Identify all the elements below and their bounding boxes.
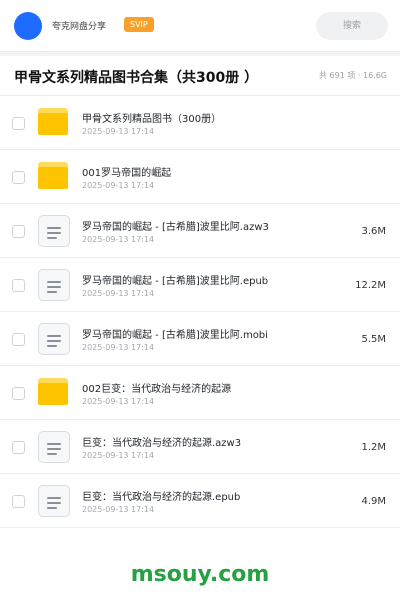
- folder-icon: [38, 377, 70, 409]
- select-checkbox[interactable]: [12, 117, 25, 130]
- item-size: 12.2M: [355, 280, 386, 291]
- list-item[interactable]: 002巨变：当代政治与经济的起源 2025-09-13 17:14: [0, 366, 400, 420]
- list-item[interactable]: 罗马帝国的崛起 - [古希腊]波里比阿.azw3 2025-09-13 17:14…: [0, 204, 400, 258]
- item-name[interactable]: 巨变：当代政治与经济的起源.epub: [82, 488, 240, 503]
- document-icon: [38, 485, 70, 517]
- svip-badge: SVIP: [124, 17, 154, 32]
- item-count-summary: 共 691 项 · 16.6G: [319, 71, 387, 80]
- list-item[interactable]: 甲骨文系列精品图书（300册） 2025-09-13 17:14: [0, 96, 400, 150]
- item-name[interactable]: 001罗马帝国的崛起: [82, 164, 171, 179]
- select-checkbox[interactable]: [12, 387, 25, 400]
- item-name[interactable]: 巨变：当代政治与经济的起源.azw3: [82, 434, 241, 449]
- item-name[interactable]: 罗马帝国的崛起 - [古希腊]波里比阿.epub: [82, 272, 268, 287]
- select-checkbox[interactable]: [12, 495, 25, 508]
- item-size: 5.5M: [361, 334, 386, 345]
- folder-icon: [38, 107, 70, 139]
- select-checkbox[interactable]: [12, 333, 25, 346]
- select-checkbox[interactable]: [12, 279, 25, 292]
- list-item[interactable]: 001罗马帝国的崛起 2025-09-13 17:14: [0, 150, 400, 204]
- item-date: 2025-09-13 17:14: [82, 235, 155, 244]
- item-name[interactable]: 甲骨文系列精品图书（300册）: [82, 110, 221, 125]
- watermark-text: msouy.com: [130, 562, 270, 587]
- select-checkbox[interactable]: [12, 171, 25, 184]
- item-size: 3.6M: [361, 226, 386, 237]
- page-title: 甲骨文系列精品图书合集（共300册 ）: [14, 70, 259, 86]
- list-item[interactable]: 巨变：当代政治与经济的起源.azw3 2025-09-13 17:14 1.2M: [0, 420, 400, 474]
- item-size: 4.9M: [361, 496, 386, 507]
- file-list: 甲骨文系列精品图书（300册） 2025-09-13 17:14 001罗马帝国的崛…: [0, 96, 400, 552]
- document-icon: [38, 323, 70, 355]
- folder-header: 甲骨文系列精品图书合集（共300册 ） 共 691 项 · 16.6G: [0, 56, 400, 96]
- folder-icon: [38, 161, 70, 193]
- select-checkbox[interactable]: [12, 225, 25, 238]
- top-bar: 夸克网盘分享 SVIP 搜索: [0, 0, 400, 52]
- item-date: 2025-09-13 17:14: [82, 397, 155, 406]
- item-name[interactable]: 002巨变：当代政治与经济的起源: [82, 380, 231, 395]
- item-date: 2025-09-13 17:14: [82, 451, 155, 460]
- avatar[interactable]: [14, 12, 42, 40]
- document-icon: [38, 431, 70, 463]
- list-item[interactable]: 罗马帝国的崛起 - [古希腊]波里比阿.mobi 2025-09-13 17:14…: [0, 312, 400, 366]
- item-name[interactable]: 罗马帝国的崛起 - [古希腊]波里比阿.azw3: [82, 218, 269, 233]
- share-label: 夸克网盘分享: [52, 22, 107, 32]
- item-size: 1.2M: [361, 442, 386, 453]
- list-item[interactable]: 巨变：当代政治与经济的起源.epub 2025-09-13 17:14 4.9M: [0, 474, 400, 528]
- item-date: 2025-09-13 17:14: [82, 505, 155, 514]
- select-checkbox[interactable]: [12, 441, 25, 454]
- item-date: 2025-09-13 17:14: [82, 343, 155, 352]
- document-icon: [38, 215, 70, 247]
- list-item[interactable]: 罗马帝国的崛起 - [古希腊]波里比阿.epub 2025-09-13 17:14…: [0, 258, 400, 312]
- document-icon: [38, 269, 70, 301]
- search-input[interactable]: 搜索: [316, 12, 388, 40]
- item-name[interactable]: 罗马帝国的崛起 - [古希腊]波里比阿.mobi: [82, 326, 268, 341]
- item-date: 2025-09-13 17:14: [82, 127, 155, 136]
- item-date: 2025-09-13 17:14: [82, 289, 155, 298]
- item-date: 2025-09-13 17:14: [82, 181, 155, 190]
